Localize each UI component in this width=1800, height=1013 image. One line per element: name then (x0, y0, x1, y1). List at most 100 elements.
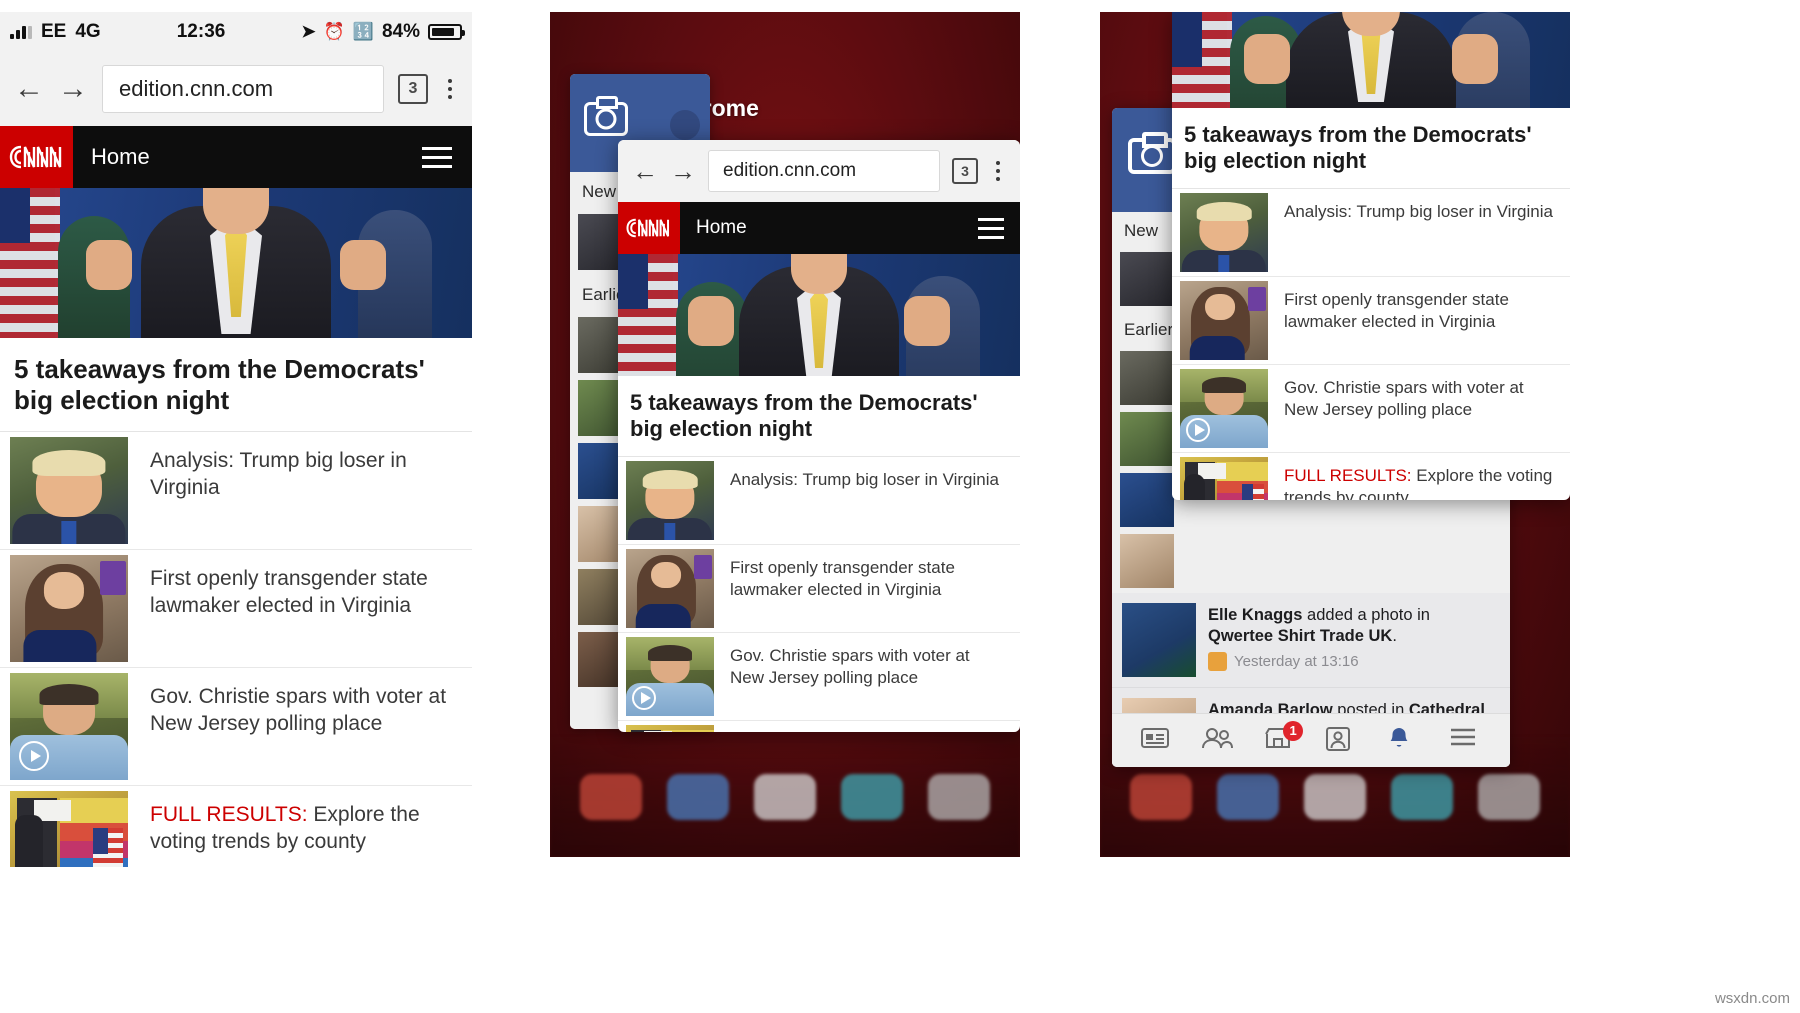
article-row[interactable]: Gov. Christie spars with voter at New Je… (0, 668, 472, 787)
article-thumbnail (626, 460, 714, 540)
avatar (1122, 603, 1196, 677)
cnn-logo-icon[interactable] (0, 126, 73, 188)
article-row[interactable]: FULL RESULTS: Explore the voting trends … (1172, 453, 1570, 500)
tab-count-label: 3 (408, 80, 418, 97)
article-row[interactable]: Gov. Christie spars with voter at New Je… (618, 633, 1020, 721)
article-thumbnail (626, 724, 714, 732)
notification-actor: Elle Knaggs (1208, 606, 1303, 624)
forward-button[interactable]: → (58, 74, 88, 104)
panel-app-switcher: Chrome New Earlier ← → edition.cnn.com 3… (550, 12, 1020, 857)
article-title: Analysis: Trump big loser in Virginia (150, 449, 407, 500)
back-button[interactable]: ← (632, 158, 658, 184)
status-bar-right: ➤ ⏰ 🔢 84% (301, 21, 465, 43)
notification-timestamp: Yesterday at 13:16 (1234, 653, 1359, 671)
hero-image[interactable] (618, 254, 1020, 376)
hero-image[interactable] (1172, 12, 1570, 108)
article-row[interactable]: Analysis: Trump big loser in Virginia (1172, 189, 1570, 277)
article-row[interactable]: Gov. Christie spars with voter at New Je… (1172, 365, 1570, 453)
notification-text: Elle Knaggs added a photo in Qwertee Shi… (1208, 603, 1498, 672)
article-thumbnail (10, 437, 128, 545)
cnn-logo-icon[interactable] (618, 202, 680, 254)
address-bar[interactable]: edition.cnn.com (708, 150, 940, 192)
hero-image[interactable] (0, 188, 472, 338)
browser-toolbar: ← → edition.cnn.com 3 (0, 52, 472, 126)
menu-icon[interactable] (1448, 726, 1482, 756)
tab-count-label: 3 (961, 163, 969, 179)
tab-switcher-button[interactable]: 3 (398, 74, 428, 104)
article-row[interactable]: FULL RESULTS: Explore the voting trends … (618, 721, 1020, 732)
status-bar-left: EE 4G (10, 21, 101, 43)
full-results-label: FULL RESULTS: (150, 803, 308, 827)
network-type-label: 4G (75, 21, 101, 42)
article-thumbnail (1180, 456, 1268, 500)
article-row[interactable]: FULL RESULTS: Explore the voting trends … (0, 786, 472, 867)
lead-headline[interactable]: 5 takeaways from the Democrats' big elec… (618, 376, 1020, 457)
article-row[interactable]: First openly transgender state lawmaker … (618, 545, 1020, 633)
play-button-icon[interactable] (632, 685, 656, 710)
notification-action: added a photo in (1302, 606, 1430, 624)
cnn-menu-icon[interactable] (422, 146, 472, 168)
cnn-menu-icon[interactable] (978, 217, 1020, 239)
camera-icon (1128, 132, 1176, 174)
list-item[interactable] (1112, 532, 1510, 590)
bluetooth-icon: 🔢 (352, 22, 374, 41)
watermark: wsxdn.com (1714, 990, 1790, 1007)
article-list: Analysis: Trump big loser in Virginia Fi… (618, 457, 1020, 732)
cnn-section-label[interactable]: Home (696, 217, 978, 239)
article-row[interactable]: First openly transgender state lawmaker … (0, 550, 472, 669)
cnn-header: Home (0, 126, 472, 188)
battery-percent-label: 84% (381, 21, 420, 42)
lead-headline[interactable]: 5 takeaways from the Democrats' big elec… (0, 338, 472, 433)
battery-icon (428, 24, 465, 40)
article-title: FULL RESULTS: Explore the voting trends … (714, 721, 1020, 732)
forward-button[interactable]: → (670, 158, 696, 184)
article-thumbnail (10, 791, 128, 867)
news-feed-icon[interactable] (1140, 726, 1174, 756)
alarm-clock-icon: ⏰ (323, 22, 345, 41)
article-thumbnail (1180, 368, 1268, 448)
article-thumbnail (10, 673, 128, 781)
facebook-icon (670, 110, 700, 140)
article-thumbnail (626, 548, 714, 628)
article-title: First openly transgender state lawmaker … (730, 557, 955, 599)
clock-label: 12:36 (176, 21, 226, 42)
marketplace-badge: 1 (1283, 720, 1304, 741)
cnn-section-label[interactable]: Home (91, 144, 422, 170)
article-title: First openly transgender state lawmaker … (1284, 289, 1509, 331)
chrome-card[interactable]: ← → edition.cnn.com 3 Home 5 takeaways f… (618, 140, 1020, 732)
article-thumbnail (1180, 192, 1268, 272)
notifications-bell-icon[interactable] (1386, 726, 1420, 756)
cnn-header: Home (618, 202, 1020, 254)
address-bar[interactable]: edition.cnn.com (102, 65, 384, 113)
notification-suffix: . (1392, 627, 1397, 646)
play-button-icon[interactable] (1186, 417, 1210, 442)
full-results-label: FULL RESULTS: (1284, 465, 1412, 485)
article-title: First openly transgender state lawmaker … (150, 567, 428, 618)
article-thumbnail (626, 636, 714, 716)
article-row[interactable]: First openly transgender state lawmaker … (1172, 277, 1570, 365)
profile-icon[interactable] (1325, 726, 1359, 756)
browser-menu-button[interactable] (990, 161, 1006, 181)
address-bar-text: edition.cnn.com (119, 76, 274, 101)
friends-icon[interactable] (1201, 726, 1235, 756)
panel-facebook-notifications: New Earlier Elle Knaggs added a photo in… (1100, 12, 1570, 857)
article-title: Analysis: Trump big loser in Virginia (730, 469, 999, 489)
marketplace-icon[interactable]: 1 (1263, 720, 1304, 756)
article-title: FULL RESULTS: Explore the voting trends … (1268, 453, 1570, 500)
panel-phone-browser: EE 4G 12:36 ➤ ⏰ 🔢 84% ← → edition.cnn.co… (0, 12, 472, 867)
signal-bars-icon (10, 25, 32, 39)
tab-switcher-button[interactable]: 3 (952, 158, 978, 184)
article-list: Analysis: Trump big loser in Virginia Fi… (1172, 189, 1570, 500)
article-thumbnail (10, 555, 128, 663)
browser-menu-button[interactable] (442, 79, 458, 99)
status-bar: EE 4G 12:36 ➤ ⏰ 🔢 84% (0, 12, 472, 52)
chrome-card-overlay[interactable]: 5 takeaways from the Democrats' big elec… (1172, 12, 1570, 500)
lead-headline[interactable]: 5 takeaways from the Democrats' big elec… (1172, 108, 1570, 189)
back-button[interactable]: ← (14, 74, 44, 104)
article-row[interactable]: Analysis: Trump big loser in Virginia (618, 457, 1020, 545)
camera-icon (584, 96, 628, 136)
article-row[interactable]: Analysis: Trump big loser in Virginia (0, 432, 472, 551)
article-title: FULL RESULTS: Explore the voting trends … (128, 786, 472, 867)
notification-item[interactable]: Elle Knaggs added a photo in Qwertee Shi… (1112, 593, 1510, 688)
article-title: Gov. Christie spars with voter at New Je… (1284, 377, 1524, 419)
